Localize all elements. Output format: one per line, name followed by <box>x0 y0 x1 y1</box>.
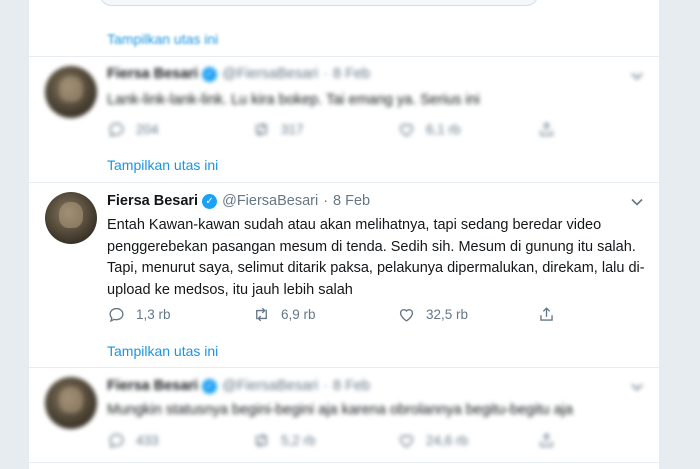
like-icon <box>399 124 414 137</box>
retweet-count: 6,9 rb <box>281 307 316 322</box>
reply-count: 1,3 rb <box>136 307 171 322</box>
tweet-date[interactable]: 8 Feb <box>333 378 370 394</box>
verified-badge-icon: ✓ <box>202 66 218 82</box>
author-handle[interactable]: @FiersaBesari <box>222 193 318 209</box>
tweet-text: Entah Kawan-kawan sudah atau akan meliha… <box>107 217 645 298</box>
author-name[interactable]: Fiersa Besari <box>107 378 198 394</box>
share-icon <box>540 433 553 447</box>
like-icon <box>399 309 414 322</box>
tweet-2[interactable]: Fiersa Besari ✓ @FiersaBesari · 8 Feb En… <box>29 182 659 342</box>
tweet-actions: 433 5,2 rb 24,6 rb <box>107 431 659 453</box>
author-name[interactable]: Fiersa Besari <box>107 66 198 82</box>
tweet-date[interactable]: 8 Feb <box>333 193 370 209</box>
retweet-button[interactable]: 5,2 rb <box>252 431 316 450</box>
search-bar[interactable] <box>99 0 539 6</box>
reply-count: 204 <box>136 122 159 137</box>
share-button[interactable] <box>537 431 566 450</box>
reply-count: 433 <box>136 433 159 448</box>
tweet-header: Fiersa Besari ✓ @FiersaBesari · 8 Feb <box>107 193 370 209</box>
tweet-actions: 1,3 rb 6,9 rb 32,5 rb <box>107 305 659 327</box>
reply-button[interactable]: 433 <box>107 431 159 450</box>
timeline: Tampilkan utas ini Fiersa Besari ✓ @Fier… <box>28 0 660 469</box>
tweet-3[interactable]: Fiersa Besari ✓ @FiersaBesari · 8 Feb Mu… <box>29 367 659 469</box>
share-icon <box>540 307 553 321</box>
avatar[interactable] <box>45 377 97 429</box>
retweet-icon <box>256 433 267 448</box>
retweet-button[interactable]: 317 <box>252 120 304 139</box>
retweet-count: 317 <box>281 122 304 137</box>
tweet-text: Mungkin statusnya begini-begini aja kare… <box>107 402 573 418</box>
like-count: 32,5 rb <box>426 307 469 322</box>
scrollbar-gutter[interactable] <box>688 0 700 469</box>
like-button[interactable]: 32,5 rb <box>397 305 468 324</box>
author-name[interactable]: Fiersa Besari <box>107 193 198 209</box>
reply-button[interactable]: 204 <box>107 120 159 139</box>
tweet-header: Fiersa Besari ✓ @FiersaBesari · 8 Feb <box>107 378 370 394</box>
author-handle[interactable]: @FiersaBesari <box>222 66 318 82</box>
retweet-count: 5,2 rb <box>281 433 316 448</box>
reply-icon <box>109 122 124 138</box>
share-button[interactable] <box>537 305 566 324</box>
retweet-button[interactable]: 6,9 rb <box>252 305 316 324</box>
like-icon <box>399 435 414 448</box>
retweet-icon <box>256 307 267 322</box>
separator-dot: · <box>323 66 329 82</box>
reply-icon <box>109 433 124 449</box>
tweet-header: Fiersa Besari ✓ @FiersaBesari · 8 Feb <box>107 66 370 82</box>
share-icon <box>540 122 553 136</box>
avatar[interactable] <box>45 192 97 244</box>
verified-badge-icon: ✓ <box>202 193 218 209</box>
caret-down-icon[interactable] <box>631 70 643 82</box>
verified-badge-icon: ✓ <box>202 378 218 394</box>
tweet-date[interactable]: 8 Feb <box>333 66 370 82</box>
separator-dot: · <box>323 193 329 209</box>
author-handle[interactable]: @FiersaBesari <box>222 378 318 394</box>
like-count: 6,1 rb <box>426 122 461 137</box>
reply-icon <box>109 307 124 323</box>
tweet-text: Lank-link-lank-link. Lu kira bokep. Tai … <box>107 92 480 108</box>
show-thread-link-1[interactable]: Tampilkan utas ini <box>107 157 218 173</box>
tweet-actions: 204 317 6,1 rb <box>107 120 659 142</box>
caret-down-icon[interactable] <box>631 381 643 393</box>
like-button[interactable]: 24,6 rb <box>397 431 468 450</box>
separator-dot: · <box>323 378 329 394</box>
reply-button[interactable]: 1,3 rb <box>107 305 171 324</box>
share-button[interactable] <box>537 120 566 139</box>
avatar[interactable] <box>45 66 97 118</box>
like-count: 24,6 rb <box>426 433 469 448</box>
divider <box>29 462 659 463</box>
show-thread-link-top[interactable]: Tampilkan utas ini <box>107 31 218 47</box>
retweet-icon <box>256 122 267 137</box>
show-thread-link-2[interactable]: Tampilkan utas ini <box>107 343 218 359</box>
caret-down-icon[interactable] <box>631 196 643 208</box>
like-button[interactable]: 6,1 rb <box>397 120 461 139</box>
